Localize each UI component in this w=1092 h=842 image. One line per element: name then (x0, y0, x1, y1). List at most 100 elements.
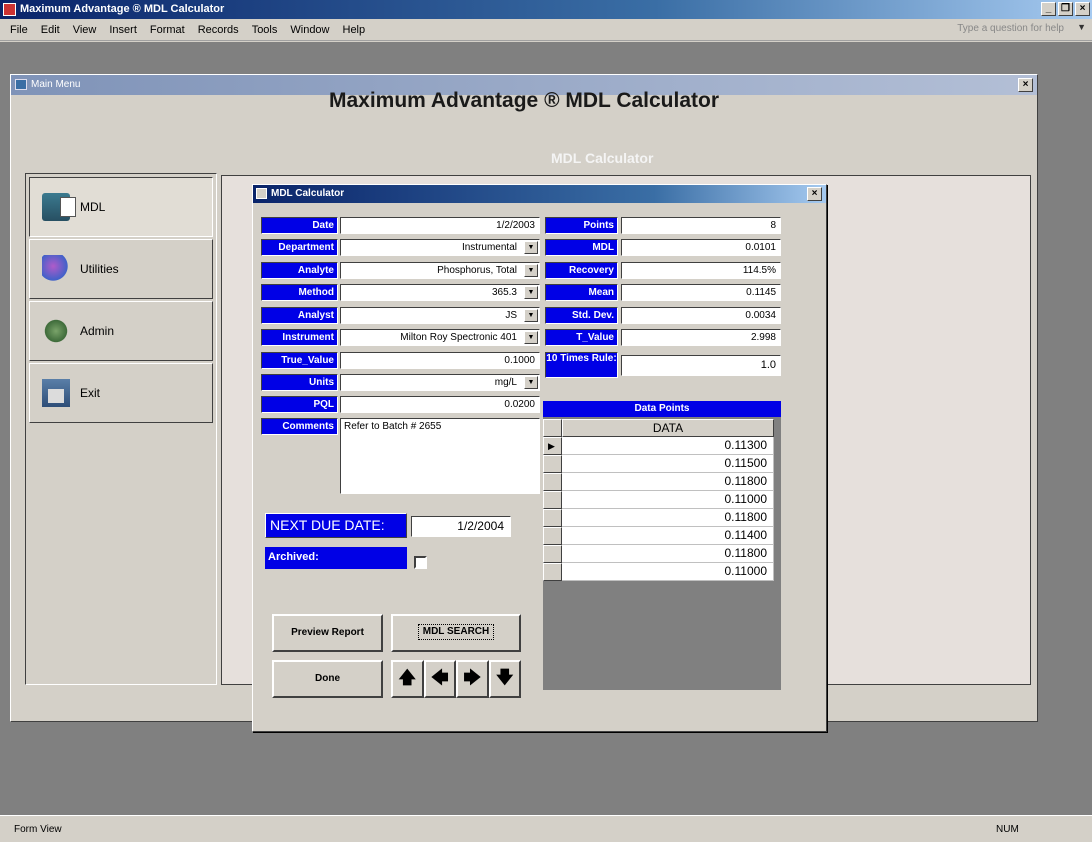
label-date: Date (261, 217, 338, 234)
label-mdl: MDL (545, 239, 618, 256)
restore-button[interactable]: ❐ (1058, 2, 1073, 16)
nav-label-exit: Exit (80, 386, 101, 400)
down-arrow-icon[interactable]: 🡇 (488, 660, 521, 698)
table-row[interactable]: 0.11400 (543, 527, 774, 545)
method-combo[interactable]: 365.3 ▼ (340, 284, 540, 301)
label-pql: PQL (261, 396, 338, 413)
data-cell[interactable]: 0.11000 (562, 563, 774, 581)
next-due-date-label: NEXT DUE DATE: (265, 513, 407, 538)
analyte-value: Phosphorus, Total (437, 265, 517, 276)
menu-tools[interactable]: Tools (252, 24, 278, 36)
data-cell[interactable]: 0.11800 (562, 509, 774, 527)
analyte-combo[interactable]: Phosphorus, Total ▼ (340, 262, 540, 279)
row-selector[interactable] (543, 545, 562, 563)
analyst-value: JS (505, 310, 517, 321)
label-recovery: Recovery (545, 262, 618, 279)
instrument-value: Milton Roy Spectronic 401 (400, 332, 517, 343)
dropdown-arrow-icon[interactable]: ▼ (524, 286, 538, 299)
up-arrow-icon[interactable]: 🡅 (391, 660, 424, 698)
left-arrow-icon[interactable]: 🡄 (423, 660, 456, 698)
units-combo[interactable]: mg/L ▼ (340, 374, 540, 391)
exit-icon (42, 379, 70, 407)
label-analyte: Analyte (261, 262, 338, 279)
data-cell[interactable]: 0.11300 (562, 437, 774, 455)
table-row[interactable]: 0.11000 (543, 563, 774, 581)
label-comments: Comments (261, 418, 338, 435)
dropdown-arrow-icon[interactable]: ▼ (524, 241, 538, 254)
nav-button-utilities[interactable]: Utilities (29, 239, 213, 299)
nav-label-utilities: Utilities (80, 262, 119, 276)
label-points: Points (545, 217, 618, 234)
menu-records[interactable]: Records (198, 24, 239, 36)
pql-field[interactable]: 0.0200 (340, 396, 540, 413)
nav-button-admin[interactable]: Admin (29, 301, 213, 361)
dialog-titlebar[interactable]: MDL Calculator × (253, 185, 826, 203)
menu-window[interactable]: Window (290, 24, 329, 36)
row-selector[interactable] (543, 563, 562, 581)
nav-panel: MDL Utilities Admin Exit (25, 173, 217, 685)
mdl-search-button[interactable]: MDL SEARCH (391, 614, 521, 652)
table-row[interactable]: ▶ 0.11300 (543, 437, 774, 455)
true-value-field[interactable]: 0.1000 (340, 352, 540, 369)
right-arrow-icon[interactable]: 🡆 (456, 660, 489, 698)
row-selector[interactable] (543, 509, 562, 527)
dropdown-arrow-icon[interactable]: ▼ (524, 331, 538, 344)
mean-value: 0.1145 (621, 284, 781, 301)
data-cell[interactable]: 0.11800 (562, 545, 774, 563)
current-record-icon[interactable]: ▶ (543, 437, 562, 455)
points-value: 8 (621, 217, 781, 234)
menu-view[interactable]: View (73, 24, 97, 36)
app-titlebar[interactable]: Maximum Advantage ® MDL Calculator _ ❐ × (0, 0, 1092, 19)
label-instrument: Instrument (261, 329, 338, 346)
menu-edit[interactable]: Edit (41, 24, 60, 36)
dropdown-arrow-icon[interactable]: ▼ (524, 264, 538, 277)
row-selector[interactable] (543, 527, 562, 545)
mdl-icon (42, 193, 76, 221)
table-row[interactable]: 0.11800 (543, 473, 774, 491)
label-std-dev: Std. Dev. (545, 307, 618, 324)
data-column-header[interactable]: DATA (562, 419, 774, 437)
table-row[interactable]: 0.11800 (543, 545, 774, 563)
utilities-icon (42, 255, 70, 283)
help-search-input[interactable]: Type a question for help (957, 23, 1064, 34)
menu-file[interactable]: File (10, 24, 28, 36)
dropdown-arrow-icon[interactable]: ▼ (524, 309, 538, 322)
menu-help[interactable]: Help (343, 24, 366, 36)
minimize-button[interactable]: _ (1041, 2, 1056, 16)
row-selector[interactable] (543, 473, 562, 491)
status-bar: Form View NUM (0, 815, 1092, 842)
close-button[interactable]: × (1075, 2, 1090, 16)
help-dropdown-icon[interactable]: ▼ (1077, 22, 1086, 32)
row-selector[interactable] (543, 455, 562, 473)
dialog-close-button[interactable]: × (807, 187, 822, 201)
department-combo[interactable]: Instrumental ▼ (340, 239, 540, 256)
done-button[interactable]: Done (272, 660, 383, 698)
table-row[interactable]: 0.11000 (543, 491, 774, 509)
nav-button-exit[interactable]: Exit (29, 363, 213, 423)
record-navigation: 🡅 🡄 🡆 🡇 (391, 660, 521, 698)
data-cell[interactable]: 0.11800 (562, 473, 774, 491)
instrument-combo[interactable]: Milton Roy Spectronic 401 ▼ (340, 329, 540, 346)
row-selector[interactable] (543, 491, 562, 509)
menu-bar: File Edit View Insert Format Records Too… (0, 19, 1092, 41)
next-due-date-field[interactable]: 1/2/2004 (411, 516, 511, 537)
nav-label-mdl: MDL (80, 200, 106, 214)
menu-format[interactable]: Format (150, 24, 185, 36)
dropdown-arrow-icon[interactable]: ▼ (524, 376, 538, 389)
label-mean: Mean (545, 284, 618, 301)
table-row[interactable]: 0.11500 (543, 455, 774, 473)
date-field[interactable]: 1/2/2003 (340, 217, 540, 234)
data-points-header: Data Points (543, 401, 781, 417)
nav-button-mdl[interactable]: MDL (29, 177, 213, 237)
data-cell[interactable]: 0.11000 (562, 491, 774, 509)
archived-checkbox[interactable] (414, 556, 427, 569)
comments-field[interactable]: Refer to Batch # 2655 (340, 418, 540, 494)
data-cell[interactable]: 0.11400 (562, 527, 774, 545)
analyst-combo[interactable]: JS ▼ (340, 307, 540, 324)
label-method: Method (261, 284, 338, 301)
preview-report-button[interactable]: Preview Report (272, 614, 383, 652)
grid-corner[interactable] (543, 419, 562, 437)
menu-insert[interactable]: Insert (109, 24, 137, 36)
data-cell[interactable]: 0.11500 (562, 455, 774, 473)
table-row[interactable]: 0.11800 (543, 509, 774, 527)
